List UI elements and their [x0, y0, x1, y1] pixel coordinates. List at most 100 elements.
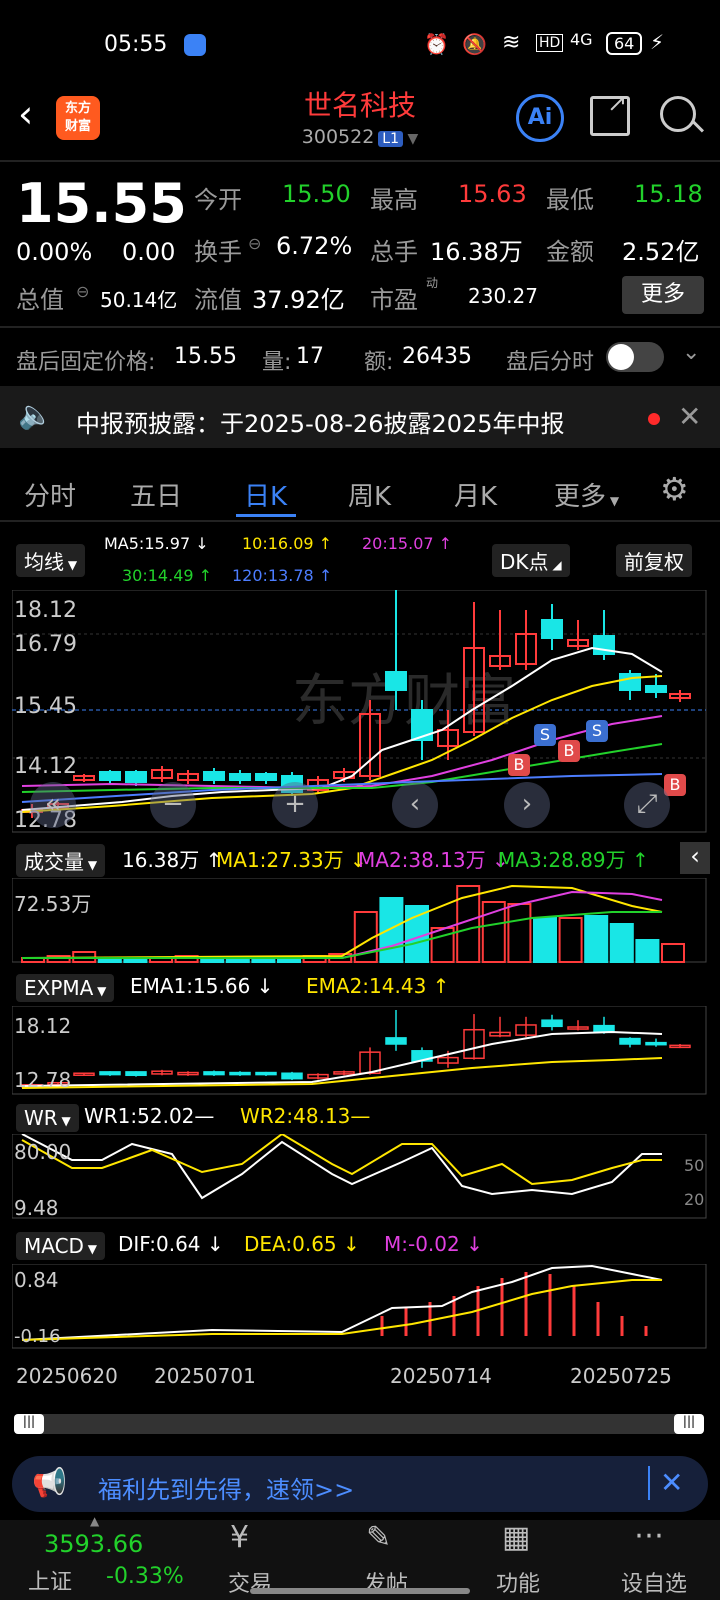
after-hours-vol-label: 量: — [262, 350, 292, 375]
app-notification-icon — [184, 34, 206, 56]
charging-icon: ⚡ — [650, 30, 665, 54]
fullscreen-icon[interactable]: ⤢ — [624, 782, 670, 828]
zoom-in-icon[interactable]: + — [272, 782, 318, 828]
expma-y-top: 18.12 — [14, 1014, 72, 1038]
buy-marker[interactable]: B — [664, 774, 686, 796]
tab-five-day[interactable]: 五日 — [130, 476, 182, 513]
candle-body — [229, 773, 251, 781]
megaphone-icon: 📢 — [32, 1466, 67, 1499]
zoom-out-icon[interactable]: − — [150, 782, 196, 828]
wr1-value: WR1:52.02— — [84, 1104, 215, 1128]
y-label-1: 18.12 — [14, 598, 77, 623]
buy-marker[interactable]: B — [558, 740, 580, 762]
expma-body — [541, 1019, 563, 1028]
macd-selector[interactable]: MACD ▼ — [16, 1232, 105, 1260]
share-icon[interactable]: ↗ — [590, 89, 630, 136]
sell-marker[interactable]: S — [534, 724, 556, 746]
footer-watchlist[interactable]: 设自选 — [594, 1566, 714, 1598]
tab-monthly-k[interactable]: 月K — [454, 476, 497, 513]
range-handle-right[interactable]: ||| — [674, 1414, 704, 1434]
sell-marker[interactable]: S — [586, 720, 608, 742]
after-hours-amt-label: 额: — [364, 350, 394, 375]
function-grid-icon[interactable]: ▦ — [502, 1520, 530, 1555]
dif-value: DIF:0.64 ↓ — [118, 1232, 224, 1256]
signal-icon: 4G — [570, 30, 593, 49]
settings-gear-icon[interactable]: ⚙ — [660, 470, 689, 508]
notice-text: 中报预披露：于2025-08-26披露2025年中报 — [76, 410, 565, 438]
vol-ma2: MA2:38.13万 ↓ — [358, 848, 509, 872]
candle-body — [203, 771, 225, 781]
hd-icon: HD — [536, 34, 564, 52]
range-scrollbar[interactable] — [14, 1414, 704, 1434]
more-button[interactable]: 更多 — [622, 276, 704, 314]
after-hours-vol: 17 — [296, 344, 324, 369]
ma-selector[interactable]: 均线 ▼ — [16, 544, 86, 577]
tab-more[interactable]: 更多 ▼ — [554, 476, 619, 513]
wr-ref-20: 20 — [684, 1190, 705, 1209]
fast-rewind-icon[interactable]: « — [30, 782, 76, 828]
index-value[interactable]: 3593.66 — [44, 1530, 143, 1558]
expma-body — [593, 1024, 615, 1033]
wr1-line — [21, 1134, 662, 1200]
tab-timeshare[interactable]: 分时 — [24, 476, 76, 513]
close-icon[interactable]: ✕ — [660, 1466, 683, 1499]
collapse-panel-icon[interactable]: ‹ — [680, 842, 710, 874]
volume-bars — [21, 885, 685, 963]
volume-label: 总手 — [370, 238, 418, 266]
expma-selector[interactable]: EXPMA ▼ — [16, 974, 115, 1002]
low-value: 15.18 — [634, 180, 703, 208]
candle-body — [619, 673, 641, 691]
m-value: M:-0.02 ↓ — [384, 1232, 483, 1256]
tab-weekly-k[interactable]: 周K — [348, 476, 391, 513]
candle-body — [99, 771, 121, 781]
wr-ref-50: 50 — [684, 1156, 705, 1175]
volume-selector[interactable]: 成交量 ▼ — [16, 844, 106, 877]
volume-bar — [609, 923, 634, 963]
change-pct: 0.00% — [16, 238, 93, 266]
macd-y-bottom: -0.16 — [14, 1326, 61, 1347]
expma-body — [281, 1072, 303, 1080]
scroll-left-icon[interactable]: ‹ — [392, 782, 438, 828]
volume-bar — [635, 939, 660, 963]
candle-body — [411, 709, 433, 741]
vol-max-label: 72.53万 — [14, 892, 92, 916]
expma-body — [229, 1071, 251, 1076]
chevron-down-icon[interactable]: ⌄ — [682, 340, 700, 365]
after-hours-toggle[interactable] — [606, 342, 664, 372]
index-name: 上证 — [28, 1570, 73, 1595]
close-icon[interactable]: ✕ — [678, 400, 701, 433]
amount-value: 2.52亿 — [622, 238, 700, 266]
after-hours-amt: 26435 — [402, 344, 472, 369]
trade-icon[interactable]: ¥ — [230, 1520, 249, 1555]
high-value: 15.63 — [458, 180, 527, 208]
pe-value: 230.27 — [468, 284, 538, 308]
open-label: 今开 — [194, 186, 242, 214]
y-label-2: 16.79 — [14, 632, 77, 657]
index-change: -0.33% — [106, 1564, 184, 1589]
vol-ma1-line — [21, 884, 663, 959]
kline-chart[interactable]: 东方财富 — [12, 590, 708, 834]
tab-daily-k[interactable]: 日K — [244, 476, 287, 513]
low-label: 最低 — [546, 186, 594, 214]
ma10-value: 10:16.09 ↑ — [242, 534, 333, 553]
range-handle-left[interactable]: ||| — [14, 1414, 44, 1434]
search-icon[interactable] — [660, 96, 705, 133]
info-icon[interactable]: ⊖ — [248, 234, 261, 253]
macd-chart — [12, 1264, 707, 1349]
ai-icon[interactable]: Ai — [516, 94, 564, 142]
float-label: 流值 — [194, 286, 242, 314]
wr-y-bottom: 9.48 — [14, 1196, 59, 1220]
buy-marker[interactable]: B — [508, 754, 530, 776]
date-3: 20250714 — [390, 1364, 492, 1388]
amount-label: 金额 — [546, 238, 594, 266]
candle-body — [125, 771, 147, 783]
wr-selector[interactable]: WR ▼ — [16, 1104, 79, 1132]
post-icon[interactable]: ✎ — [366, 1520, 391, 1555]
adjust-mode-button[interactable]: 前复权 — [616, 544, 692, 577]
volume-bar — [405, 905, 429, 963]
dk-point-button[interactable]: DK点 ◢ — [492, 544, 570, 577]
scroll-right-icon[interactable]: › — [504, 782, 550, 828]
more-dots-icon[interactable]: ⋯ — [634, 1518, 664, 1553]
footer-function[interactable]: 功能 — [458, 1566, 578, 1598]
info-icon[interactable]: ⊖ — [76, 282, 89, 301]
